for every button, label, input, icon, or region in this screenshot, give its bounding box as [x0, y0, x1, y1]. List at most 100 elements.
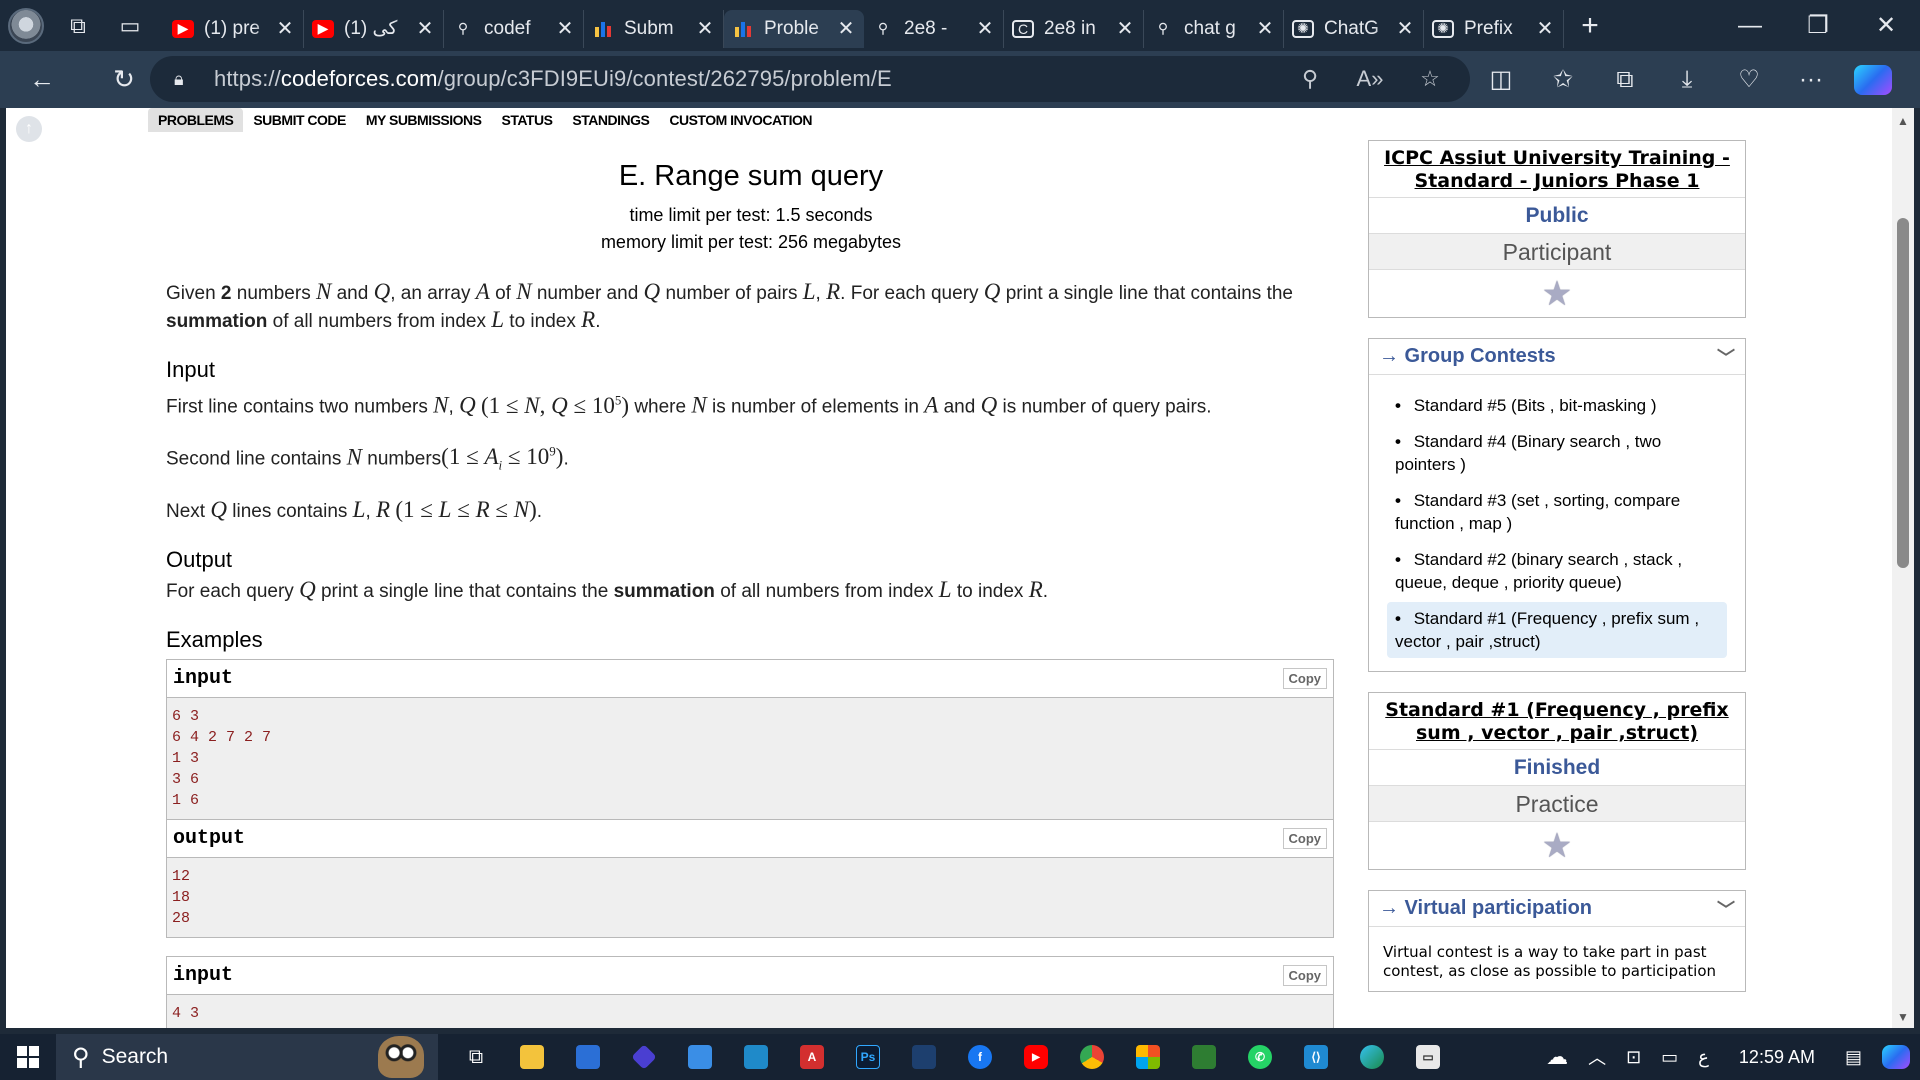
lock-icon[interactable]: 🔒︎ — [174, 69, 204, 90]
show-hidden-icons-chevron-icon[interactable]: ︿ — [1578, 1044, 1616, 1070]
close-tab-icon[interactable]: ✕ — [1535, 16, 1555, 41]
whatsapp-icon[interactable]: ✆ — [1232, 1034, 1288, 1080]
chrome-icon[interactable] — [1064, 1034, 1120, 1080]
browser-tab[interactable]: ⚲ chat g ✕ — [1144, 9, 1284, 48]
browser-essentials-icon[interactable]: ♡ — [1718, 65, 1780, 94]
app-icon-monitor[interactable]: ▭ — [1400, 1034, 1456, 1080]
favorite-star-icon[interactable]: ☆ — [1400, 66, 1460, 92]
contest-list-item[interactable]: Standard #2 (binary search , stack , que… — [1387, 543, 1727, 599]
refresh-button[interactable]: ↻ — [96, 51, 152, 108]
sample-text[interactable]: 12 18 28 — [167, 857, 1333, 937]
close-tab-icon[interactable]: ✕ — [695, 16, 715, 41]
scrollbar-thumb[interactable] — [1897, 218, 1909, 568]
taskbar-search[interactable]: ⚲ Search — [56, 1034, 438, 1080]
tab-actions-icon[interactable]: ▭ — [104, 0, 156, 51]
menu-standings[interactable]: STANDINGS — [562, 108, 659, 132]
power-automate-icon[interactable] — [616, 1034, 672, 1080]
workspaces-icon[interactable]: ⧉ — [52, 0, 104, 51]
file-explorer-icon[interactable] — [504, 1034, 560, 1080]
sample-text[interactable]: 6 3 6 4 2 7 2 7 1 3 3 6 1 6 — [167, 697, 1333, 819]
browser-tab[interactable]: ✺ Prefix ✕ — [1424, 9, 1564, 48]
star-icon[interactable]: ★ — [1542, 829, 1572, 863]
downloads-icon[interactable]: ⤓ — [1656, 66, 1718, 94]
scroll-top-icon[interactable]: ↑ — [16, 116, 42, 142]
split-screen-icon[interactable]: ◫ — [1470, 65, 1532, 94]
browser-tab[interactable]: ▶ (1) کی ✕ — [304, 9, 444, 48]
contest-title-link[interactable]: Standard #1 (Frequency , prefix sum , ve… — [1369, 693, 1745, 749]
browser-tab[interactable]: C 2e8 in ✕ — [1004, 9, 1144, 48]
copy-button[interactable]: Copy — [1282, 667, 1327, 689]
group-title-link[interactable]: ICPC Assiut University Training - Standa… — [1369, 141, 1745, 197]
language-indicator[interactable]: ع — [1688, 1047, 1719, 1068]
acrobat-icon[interactable]: A — [784, 1034, 840, 1080]
minimize-button[interactable]: — — [1716, 0, 1784, 51]
youtube-icon[interactable]: ▶ — [1008, 1034, 1064, 1080]
chevron-down-icon[interactable]: ﹀ — [1717, 344, 1735, 370]
scroll-up-arrow-icon[interactable]: ▲ — [1897, 114, 1909, 128]
read-aloud-icon[interactable]: A» — [1340, 66, 1400, 92]
new-tab-button[interactable]: + — [1564, 0, 1616, 51]
menu-status[interactable]: STATUS — [492, 108, 563, 132]
close-tab-icon[interactable]: ✕ — [975, 16, 995, 41]
more-menu-icon[interactable]: ··· — [1780, 66, 1842, 94]
app-icon-blue[interactable] — [672, 1034, 728, 1080]
close-tab-icon[interactable]: ✕ — [836, 16, 856, 41]
vscode-icon[interactable]: ⟨⟩ — [1288, 1034, 1344, 1080]
contest-list-item-current[interactable]: Standard #1 (Frequency , prefix sum , ve… — [1387, 602, 1727, 658]
facebook-icon[interactable]: f — [952, 1034, 1008, 1080]
favorites-icon[interactable]: ✩ — [1532, 65, 1594, 94]
menu-problems[interactable]: PROBLEMS — [148, 108, 244, 132]
browser-tab[interactable]: Subm ✕ — [584, 9, 724, 48]
contest-list-item[interactable]: Standard #3 (set , sorting, compare func… — [1387, 484, 1727, 540]
page-scrollbar[interactable]: ▲ ▼ — [1892, 108, 1914, 1028]
restore-button[interactable]: ❐ — [1784, 0, 1852, 51]
menu-my-submissions[interactable]: MY SUBMISSIONS — [356, 108, 492, 132]
profile-avatar[interactable] — [0, 0, 52, 51]
virtual-participation-header[interactable]: → Virtual participation ﹀ — [1369, 891, 1745, 927]
close-tab-icon[interactable]: ✕ — [1395, 16, 1415, 41]
browser-tab[interactable]: ✺ ChatG ✕ — [1284, 9, 1424, 48]
copilot-taskbar-icon[interactable] — [1872, 1045, 1920, 1069]
photoshop-icon[interactable]: Ps — [840, 1034, 896, 1080]
copilot-icon[interactable] — [1854, 64, 1892, 95]
close-tab-icon[interactable]: ✕ — [1255, 16, 1275, 41]
task-view-icon[interactable]: ⧉ — [448, 1034, 504, 1080]
sample-text[interactable]: 4 3 5 5 2 3 1 3 — [167, 994, 1333, 1028]
copy-button[interactable]: Copy — [1282, 827, 1327, 849]
network-icon[interactable]: ⊡ — [1616, 1047, 1651, 1068]
start-button[interactable] — [0, 1034, 56, 1080]
star-icon[interactable]: ★ — [1542, 277, 1572, 311]
browser-tab[interactable]: ▶ (1) pre ✕ — [164, 9, 304, 48]
collections-icon[interactable]: ⧉ — [1594, 66, 1656, 94]
browser-tab[interactable]: ⚲ codef ✕ — [444, 9, 584, 48]
store-icon[interactable] — [560, 1034, 616, 1080]
edge-icon[interactable] — [1344, 1034, 1400, 1080]
contest-list-item[interactable]: Standard #4 (Binary search , two pointer… — [1387, 425, 1727, 481]
app-icon-window[interactable] — [896, 1034, 952, 1080]
close-window-button[interactable]: ✕ — [1852, 0, 1920, 51]
close-tab-icon[interactable]: ✕ — [1115, 16, 1135, 41]
close-tab-icon[interactable]: ✕ — [275, 16, 295, 41]
app-icon-green[interactable] — [1176, 1034, 1232, 1080]
back-button[interactable]: ← — [14, 51, 70, 108]
url-text[interactable]: https://codeforces.com/group/c3FDI9EUi9/… — [214, 66, 892, 92]
office-icon[interactable] — [1120, 1034, 1176, 1080]
app-icon-teal[interactable] — [728, 1034, 784, 1080]
notifications-icon[interactable]: ▤ — [1835, 1047, 1872, 1068]
weather-icon[interactable]: ☁ — [1536, 1044, 1578, 1070]
battery-icon[interactable]: ▭ — [1651, 1047, 1688, 1068]
scroll-down-arrow-icon[interactable]: ▼ — [1897, 1010, 1909, 1024]
close-tab-icon[interactable]: ✕ — [555, 16, 575, 41]
address-bar[interactable]: 🔒︎ https://codeforces.com/group/c3FDI9EU… — [150, 56, 1470, 102]
group-contests-header[interactable]: → Group Contests ﹀ — [1369, 339, 1745, 375]
copy-button[interactable]: Copy — [1282, 964, 1327, 986]
close-tab-icon[interactable]: ✕ — [415, 16, 435, 41]
chevron-down-icon[interactable]: ﹀ — [1717, 896, 1735, 922]
zoom-icon[interactable]: ⚲ — [1280, 66, 1340, 92]
browser-tab-active[interactable]: Proble ✕ — [724, 9, 864, 48]
menu-custom-invocation[interactable]: CUSTOM INVOCATION — [659, 108, 822, 132]
contest-list-item[interactable]: Standard #5 (Bits , bit-masking ) — [1387, 389, 1727, 422]
menu-submit-code[interactable]: SUBMIT CODE — [243, 108, 356, 132]
browser-tab[interactable]: ⚲ 2e8 - ✕ — [864, 9, 1004, 48]
clock[interactable]: 12:59 AM — [1719, 1047, 1835, 1068]
